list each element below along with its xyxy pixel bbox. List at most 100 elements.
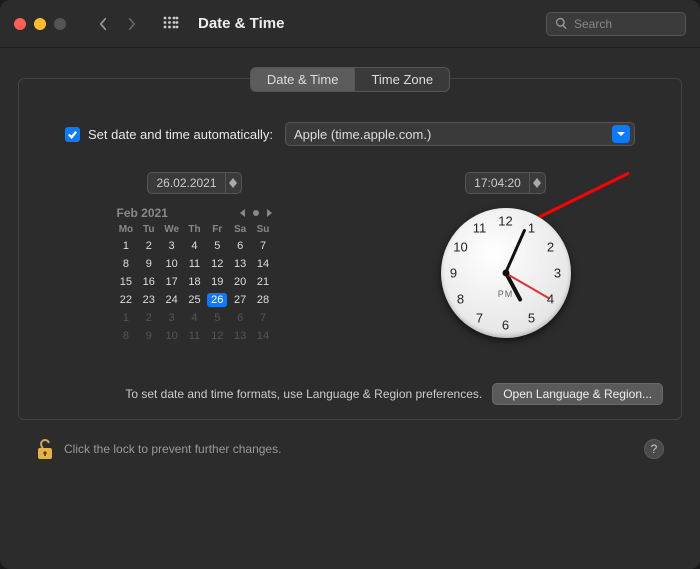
calendar-day[interactable]: 11	[183, 327, 206, 345]
footer: Click the lock to prevent further change…	[18, 420, 682, 474]
time-server-value: Apple (time.apple.com.)	[294, 127, 612, 142]
search-placeholder: Search	[574, 17, 612, 31]
calendar-weekday: Fr	[206, 222, 229, 237]
preferences-body: Date & Time Time Zone Set date and time …	[0, 48, 700, 569]
clock-number: 2	[547, 240, 554, 255]
window-title: Date & Time	[198, 15, 284, 32]
calendar-day[interactable]: 16	[137, 273, 160, 291]
minimize-window-button[interactable]	[34, 18, 46, 30]
calendar-day[interactable]: 1	[115, 309, 138, 327]
calendar-day[interactable]: 2	[137, 237, 160, 255]
calendar-day[interactable]: 8	[115, 255, 138, 273]
clock-number: 10	[453, 240, 467, 255]
clock-number: 3	[554, 266, 561, 281]
calendar-weekday: Mo	[115, 222, 138, 237]
calendar-prev-icon[interactable]	[239, 209, 247, 217]
auto-time-checkbox[interactable]	[65, 127, 80, 142]
calendar-day[interactable]: 4	[183, 309, 206, 327]
calendar-today-icon[interactable]	[253, 210, 259, 216]
calendar-weekday: Th	[183, 222, 206, 237]
time-server-combo[interactable]: Apple (time.apple.com.)	[285, 122, 635, 146]
calendar-day[interactable]: 27	[229, 291, 252, 309]
auto-time-row: Set date and time automatically: Apple (…	[19, 92, 681, 152]
date-column: 26.02.2021 Feb 2021	[59, 172, 330, 345]
clock-number: 11	[473, 220, 487, 235]
clock-number: 1	[528, 220, 535, 235]
preferences-window: Date & Time Search Date & Time Time Zone…	[0, 0, 700, 569]
calendar-day[interactable]: 15	[115, 273, 138, 291]
calendar-day[interactable]: 13	[229, 255, 252, 273]
calendar-day[interactable]: 23	[137, 291, 160, 309]
date-stepper[interactable]: 26.02.2021	[147, 172, 241, 194]
calendar-day[interactable]: 12	[206, 327, 229, 345]
calendar-day[interactable]: 22	[115, 291, 138, 309]
auto-time-label: Set date and time automatically:	[88, 127, 273, 142]
segmented-control: Date & Time Time Zone	[250, 67, 450, 92]
calendar-day[interactable]: 25	[183, 291, 206, 309]
calendar-day[interactable]: 17	[160, 273, 183, 291]
calendar-day[interactable]: 8	[115, 327, 138, 345]
calendar-day[interactable]: 3	[160, 237, 183, 255]
back-button[interactable]	[90, 12, 116, 36]
analog-clock: PM 121234567891011	[441, 208, 571, 338]
traffic-lights	[14, 18, 66, 30]
calendar-day[interactable]: 5	[206, 237, 229, 255]
clock-number: 8	[457, 292, 464, 307]
tab-bar: Date & Time Time Zone	[19, 67, 681, 92]
minute-hand	[504, 229, 526, 274]
calendar-day[interactable]: 3	[160, 309, 183, 327]
calendar-day[interactable]: 9	[137, 327, 160, 345]
calendar-day[interactable]: 24	[160, 291, 183, 309]
calendar-day[interactable]: 28	[252, 291, 275, 309]
calendar-day[interactable]: 14	[252, 327, 275, 345]
close-window-button[interactable]	[14, 18, 26, 30]
date-value: 26.02.2021	[148, 176, 224, 190]
zoom-window-button	[54, 18, 66, 30]
date-step-controls[interactable]	[225, 173, 241, 193]
calendar-day[interactable]: 21	[252, 273, 275, 291]
calendar-day[interactable]: 6	[229, 309, 252, 327]
calendar-day[interactable]: 11	[183, 255, 206, 273]
calendar-next-icon[interactable]	[265, 209, 273, 217]
search-field[interactable]: Search	[546, 12, 686, 36]
open-language-region-button[interactable]: Open Language & Region...	[492, 383, 663, 405]
time-column: 17:04:20 PM 12123456789	[370, 172, 641, 345]
chevron-down-icon	[612, 125, 630, 143]
calendar-day[interactable]: 1	[115, 237, 138, 255]
check-icon	[67, 129, 78, 140]
time-value: 17:04:20	[466, 176, 529, 190]
help-button[interactable]: ?	[644, 439, 664, 459]
format-hint: To set date and time formats, use Langua…	[125, 387, 482, 401]
show-all-icon[interactable]	[160, 13, 182, 35]
calendar-day[interactable]: 12	[206, 255, 229, 273]
tab-time-zone[interactable]: Time Zone	[354, 68, 449, 91]
calendar-day[interactable]: 13	[229, 327, 252, 345]
time-stepper[interactable]: 17:04:20	[465, 172, 546, 194]
calendar-day[interactable]: 2	[137, 309, 160, 327]
calendar-day[interactable]: 10	[160, 255, 183, 273]
calendar-weekday: We	[160, 222, 183, 237]
chevron-down-icon	[229, 183, 237, 188]
calendar-day[interactable]: 20	[229, 273, 252, 291]
calendar-day[interactable]: 7	[252, 237, 275, 255]
calendar-day[interactable]: 4	[183, 237, 206, 255]
forward-button[interactable]	[118, 12, 144, 36]
time-step-controls[interactable]	[529, 173, 545, 193]
lock-icon[interactable]	[36, 438, 54, 460]
calendar-day[interactable]: 18	[183, 273, 206, 291]
chevron-down-icon	[533, 183, 541, 188]
calendar-day[interactable]: 6	[229, 237, 252, 255]
calendar-day[interactable]: 26	[206, 291, 229, 309]
calendar-day[interactable]: 7	[252, 309, 275, 327]
clock-ampm: PM	[498, 289, 514, 299]
calendar-day[interactable]: 5	[206, 309, 229, 327]
clock-pin	[502, 270, 509, 277]
calendar-day[interactable]: 9	[137, 255, 160, 273]
calendar-day[interactable]: 14	[252, 255, 275, 273]
search-icon	[555, 17, 568, 30]
tab-date-time[interactable]: Date & Time	[251, 68, 355, 91]
titlebar: Date & Time Search	[0, 0, 700, 48]
calendar-day[interactable]: 19	[206, 273, 229, 291]
calendar-day[interactable]: 10	[160, 327, 183, 345]
clock-number: 4	[547, 292, 554, 307]
